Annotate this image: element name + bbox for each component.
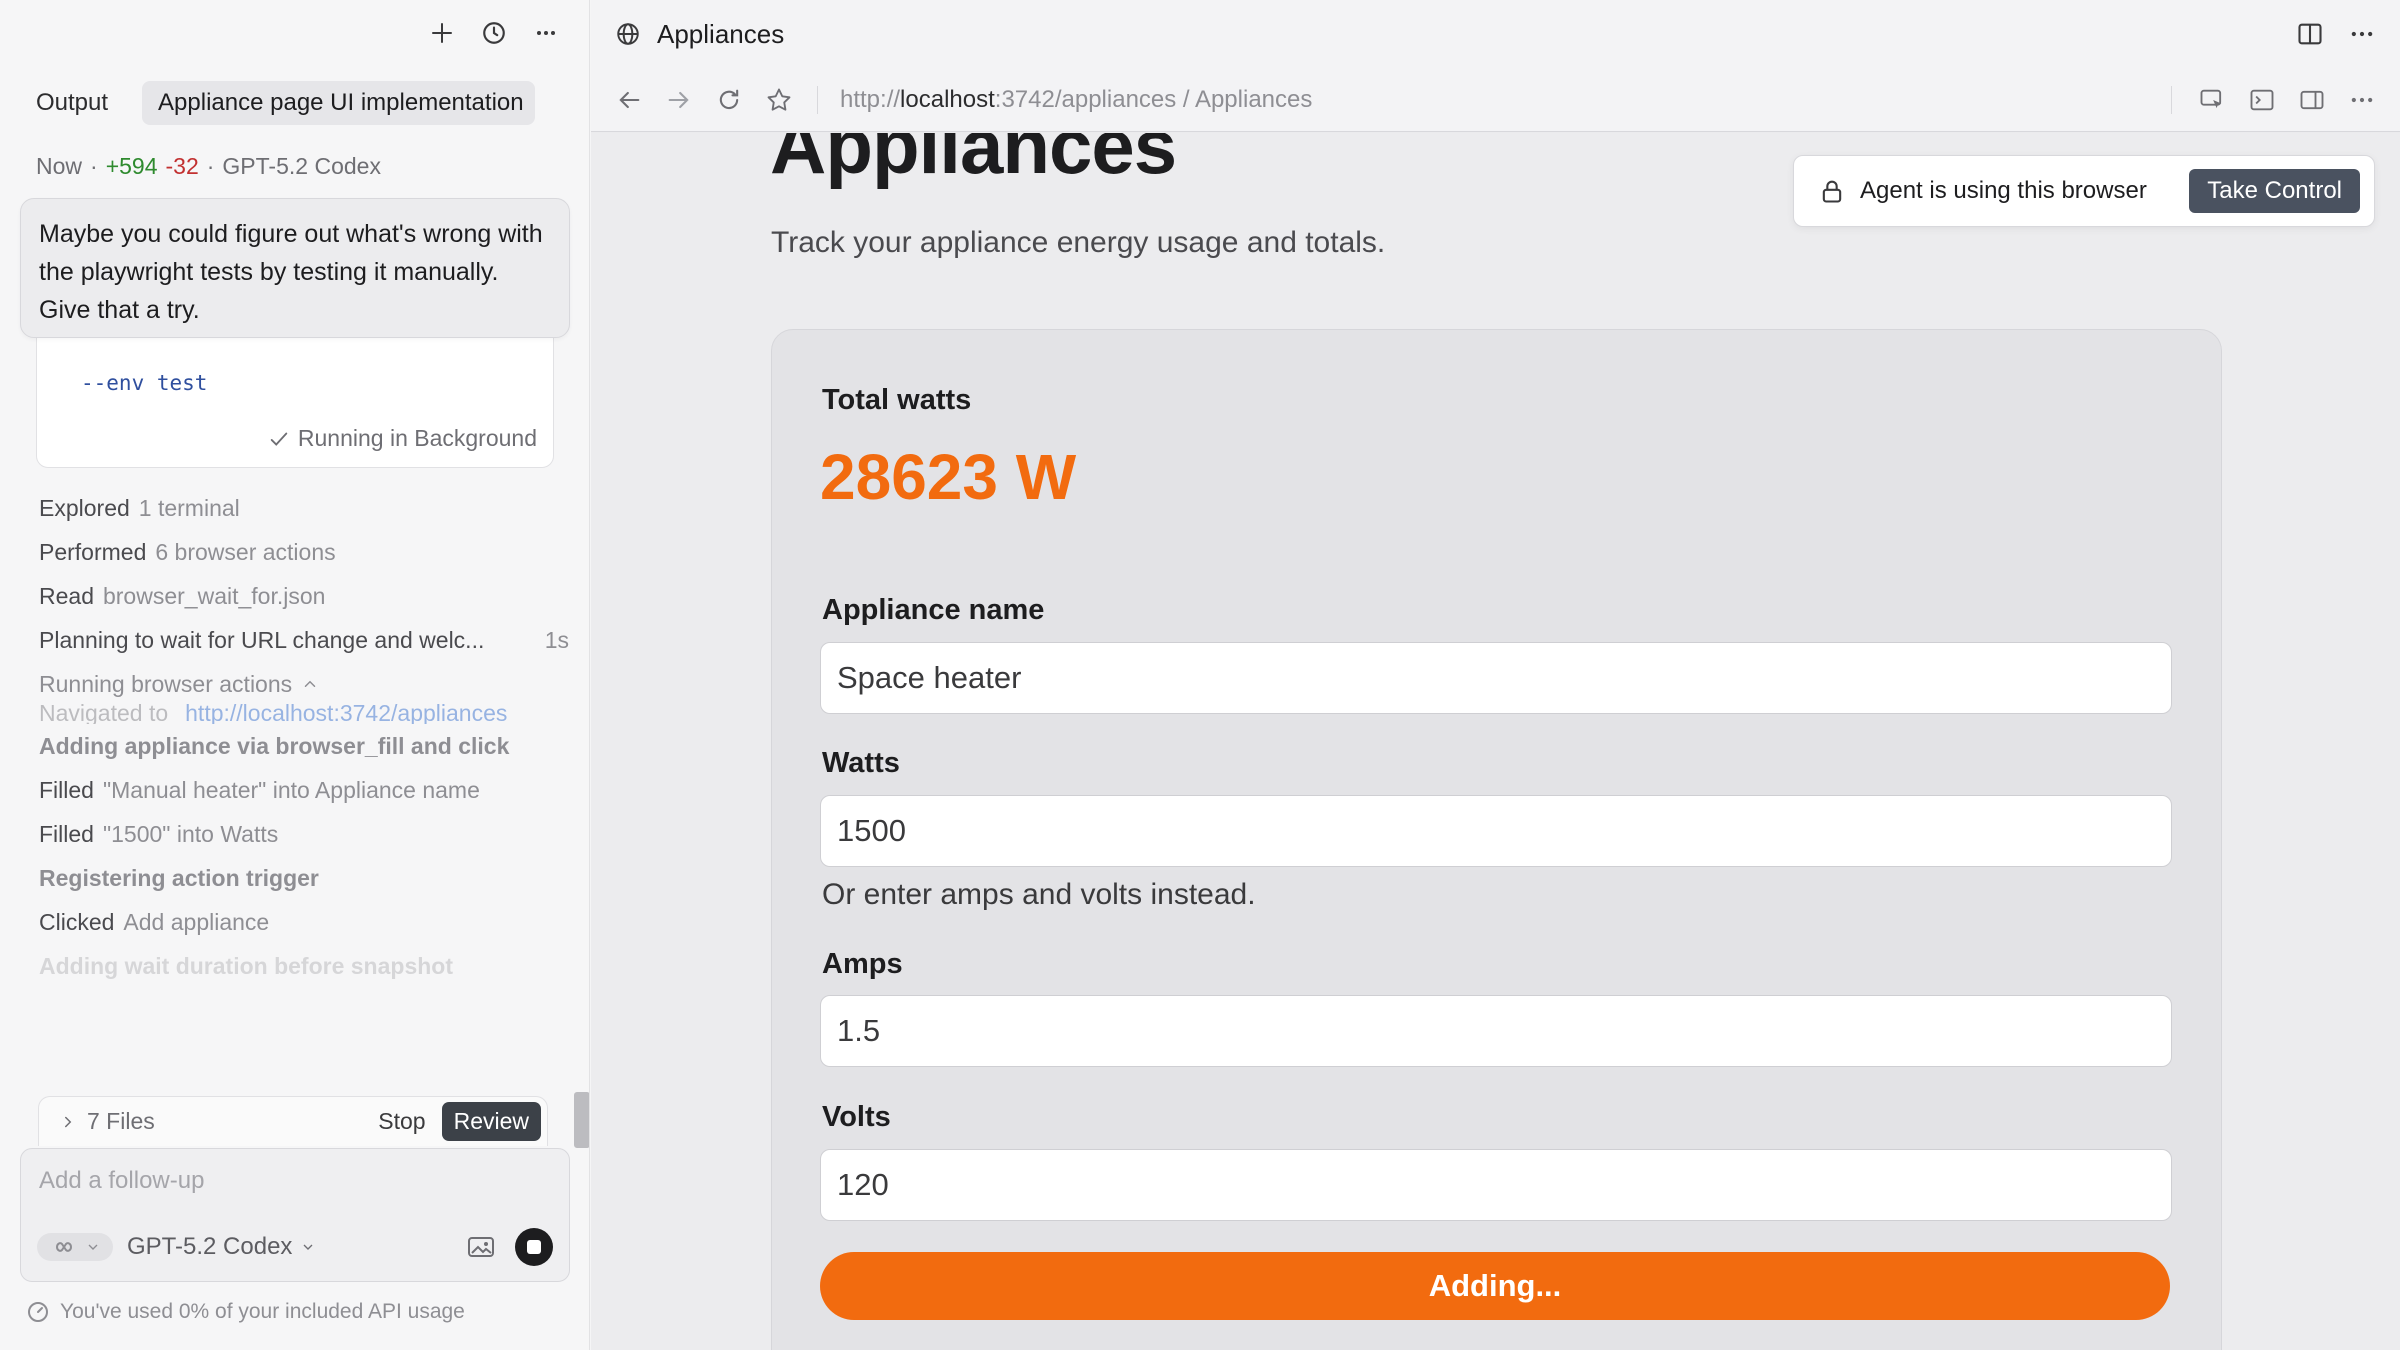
take-control-button[interactable]: Take Control — [2189, 169, 2360, 213]
files-count[interactable]: 7 Files — [87, 1108, 155, 1135]
reload-icon[interactable] — [715, 86, 743, 114]
add-appliance-button[interactable]: Adding... — [820, 1252, 2170, 1320]
meta-time: Now — [36, 153, 83, 179]
browser-tab-title[interactable]: Appliances — [657, 19, 784, 50]
usage-note: You've used 0% of your included API usag… — [26, 1300, 465, 1324]
forward-icon[interactable] — [665, 86, 693, 114]
tab-appliance-page[interactable]: Appliance page UI implementation — [142, 81, 536, 125]
lock-icon — [1822, 180, 1842, 203]
globe-icon — [617, 23, 639, 45]
list-item[interactable]: Registering action trigger — [39, 856, 569, 900]
browser-window: Appliances http://localhost:3742/applian… — [591, 0, 2400, 1350]
browser-titlebar: Appliances — [591, 0, 2400, 68]
meta-deletions: -32 — [165, 153, 199, 179]
tab-output[interactable]: Output — [20, 81, 124, 125]
appliance-name-input[interactable]: Space heater — [820, 642, 2172, 714]
infinity-icon — [55, 1242, 73, 1252]
watts-label: Watts — [822, 747, 900, 779]
total-watts-value: 28623 W — [820, 441, 1077, 513]
terminal-card[interactable]: --env test Running in Background — [36, 326, 554, 468]
appliance-form-card: Total watts 28623 W Appliance name Space… — [771, 329, 2222, 1350]
composer[interactable]: Add a follow-up GPT-5.2 Codex — [20, 1148, 570, 1282]
list-item[interactable]: Read browser_wait_for.json — [39, 574, 569, 618]
panel-toolbar — [425, 16, 563, 50]
page-title: Appliances — [770, 133, 1177, 190]
list-item[interactable]: Adding wait duration before snapshot — [39, 944, 569, 988]
list-item-running[interactable]: Running browser actions — [39, 662, 569, 706]
list-item[interactable]: Explored 1 terminal — [39, 486, 569, 530]
mode-toggle[interactable] — [37, 1233, 113, 1261]
list-item[interactable]: Planning to wait for URL change and welc… — [39, 618, 569, 662]
amps-input[interactable]: 1.5 — [820, 995, 2172, 1067]
list-item[interactable]: Filled "1500" into Watts — [39, 812, 569, 856]
more-icon[interactable] — [529, 16, 563, 50]
history-icon[interactable] — [477, 16, 511, 50]
list-item[interactable]: Adding appliance via browser_fill and cl… — [39, 724, 569, 768]
list-item[interactable]: Filled "Manual heater" into Appliance na… — [39, 768, 569, 812]
terminal-status: Running in Background — [268, 425, 537, 452]
browser-navbar: http://localhost:3742/appliances / Appli… — [591, 68, 2400, 132]
sidebar-icon[interactable] — [2298, 86, 2326, 114]
amps-volts-hint: Or enter amps and volts instead. — [822, 878, 1256, 911]
panel-tabs: Output Appliance page UI implementation — [20, 81, 565, 125]
agent-panel: Output Appliance page UI implementation … — [0, 0, 590, 1350]
review-button[interactable]: Review — [441, 1102, 541, 1141]
agent-control-banner: Agent is using this browser Take Control — [1793, 155, 2375, 227]
amps-label: Amps — [822, 948, 903, 980]
watts-input[interactable]: 1500 — [820, 795, 2172, 867]
bookmark-star-icon[interactable] — [765, 86, 793, 114]
activity-list: Explored 1 terminal Performed 6 browser … — [39, 486, 569, 988]
more-icon[interactable] — [2348, 20, 2376, 48]
user-prompt: Maybe you could figure out what's wrong … — [20, 198, 570, 338]
list-item[interactable]: Navigated to http://localhost:3742/appli… — [39, 702, 569, 724]
back-icon[interactable] — [615, 86, 643, 114]
model-selector[interactable]: GPT-5.2 Codex — [127, 1233, 316, 1261]
files-bar: 7 Files Stop Review — [38, 1096, 548, 1146]
total-label: Total watts — [822, 384, 972, 416]
banner-text: Agent is using this browser — [1860, 177, 2147, 204]
gauge-icon — [28, 1302, 48, 1322]
cursor-select-icon[interactable] — [2198, 86, 2226, 114]
chevron-down-icon — [88, 1244, 98, 1250]
volts-input[interactable]: 120 — [820, 1149, 2172, 1221]
stop-generation-button[interactable] — [515, 1228, 553, 1266]
meta-additions: +594 — [105, 153, 158, 179]
terminal-icon[interactable] — [2248, 86, 2276, 114]
list-item[interactable]: Clicked Add appliance — [39, 900, 569, 944]
stop-button[interactable]: Stop — [378, 1108, 425, 1135]
meta-model: GPT-5.2 Codex — [222, 153, 381, 179]
volts-label: Volts — [822, 1101, 891, 1133]
terminal-command: --env test — [81, 371, 208, 395]
split-view-icon[interactable] — [2296, 20, 2324, 48]
name-label: Appliance name — [822, 594, 1045, 626]
scrollbar-thumb[interactable] — [574, 1092, 589, 1148]
thread-meta: Now · +594 -32 · GPT-5.2 Codex — [36, 153, 381, 179]
address-bar[interactable]: http://localhost:3742/appliances / Appli… — [840, 86, 1312, 114]
chevron-down-icon — [303, 1244, 313, 1250]
more-icon[interactable] — [2348, 86, 2376, 114]
chevron-up-icon — [304, 680, 316, 687]
follow-up-input[interactable]: Add a follow-up — [39, 1167, 204, 1195]
page-subtitle: Track your appliance energy usage and to… — [771, 226, 1386, 259]
new-chat-icon[interactable] — [425, 16, 459, 50]
chevron-right-icon[interactable] — [59, 1113, 77, 1131]
image-icon[interactable] — [467, 1235, 495, 1259]
list-item[interactable]: Performed 6 browser actions — [39, 530, 569, 574]
page-viewport: Appliances Track your appliance energy u… — [591, 133, 2400, 1350]
check-icon — [270, 432, 288, 446]
